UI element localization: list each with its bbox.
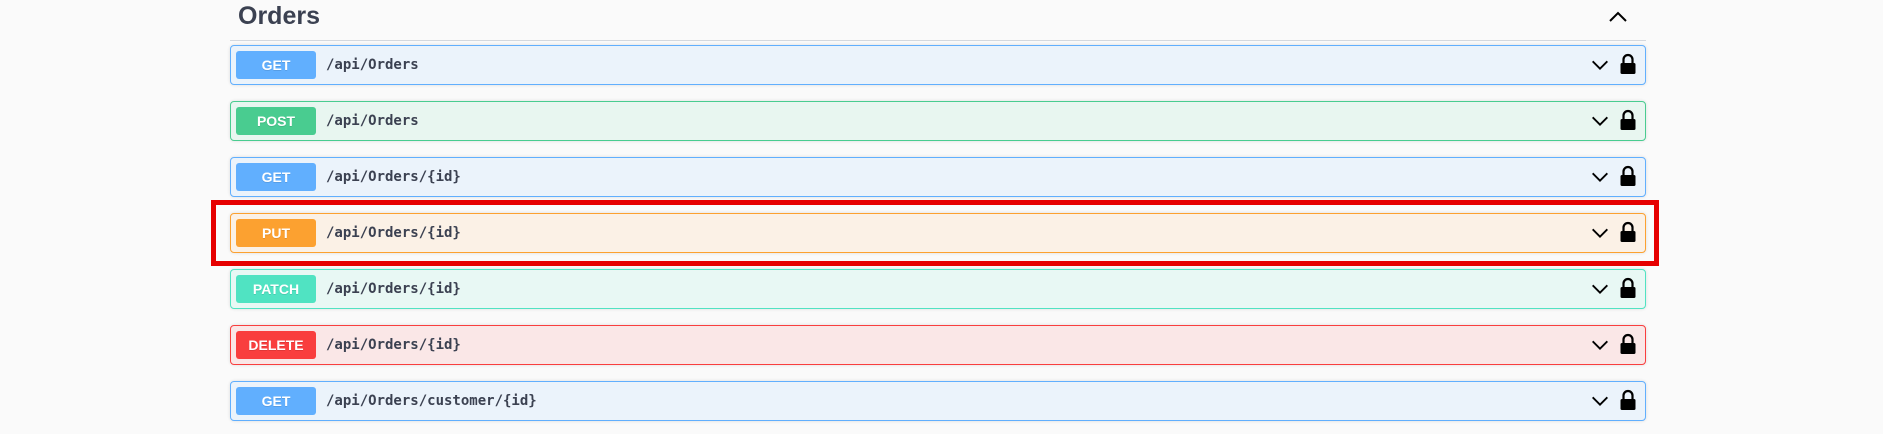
method-badge: GET: [236, 387, 316, 415]
operation-delete-order[interactable]: DELETE /api/Orders/{id}: [230, 325, 1646, 365]
orders-section: Orders GET /api/Orders POST /api/Orders …: [230, 0, 1648, 434]
operation-put-order[interactable]: PUT /api/Orders/{id}: [230, 213, 1646, 253]
section-title: Orders: [238, 2, 320, 30]
method-badge: PATCH: [236, 275, 316, 303]
chevron-down-icon[interactable]: [1589, 390, 1611, 412]
chevron-down-icon[interactable]: [1589, 166, 1611, 188]
operation-path: /api/Orders/{id}: [326, 225, 461, 241]
operation-get-orders-by-customer[interactable]: GET /api/Orders/customer/{id}: [230, 381, 1646, 421]
lock-icon[interactable]: [1619, 333, 1637, 355]
lock-icon[interactable]: [1619, 109, 1637, 131]
method-badge: PUT: [236, 219, 316, 247]
section-header[interactable]: Orders: [230, 0, 1646, 41]
method-badge: GET: [236, 163, 316, 191]
chevron-down-icon[interactable]: [1589, 334, 1611, 356]
operation-path: /api/Orders/{id}: [326, 169, 461, 185]
operation-patch-order[interactable]: PATCH /api/Orders/{id}: [230, 269, 1646, 309]
method-badge: DELETE: [236, 331, 316, 359]
lock-icon[interactable]: [1619, 389, 1637, 411]
operation-path: /api/Orders: [326, 57, 419, 73]
lock-icon[interactable]: [1619, 165, 1637, 187]
lock-icon[interactable]: [1619, 221, 1637, 243]
chevron-down-icon[interactable]: [1589, 54, 1611, 76]
operation-path: /api/Orders/{id}: [326, 281, 461, 297]
chevron-down-icon[interactable]: [1589, 278, 1611, 300]
operation-path: /api/Orders: [326, 113, 419, 129]
chevron-up-icon[interactable]: [1606, 5, 1630, 29]
lock-icon[interactable]: [1619, 277, 1637, 299]
operation-path: /api/Orders/customer/{id}: [326, 393, 537, 409]
method-badge: POST: [236, 107, 316, 135]
method-badge: GET: [236, 51, 316, 79]
lock-icon[interactable]: [1619, 53, 1637, 75]
operation-path: /api/Orders/{id}: [326, 337, 461, 353]
operation-get-order-by-id[interactable]: GET /api/Orders/{id}: [230, 157, 1646, 197]
chevron-down-icon[interactable]: [1589, 110, 1611, 132]
chevron-down-icon[interactable]: [1589, 222, 1611, 244]
operation-post-orders[interactable]: POST /api/Orders: [230, 101, 1646, 141]
operation-get-orders[interactable]: GET /api/Orders: [230, 45, 1646, 85]
